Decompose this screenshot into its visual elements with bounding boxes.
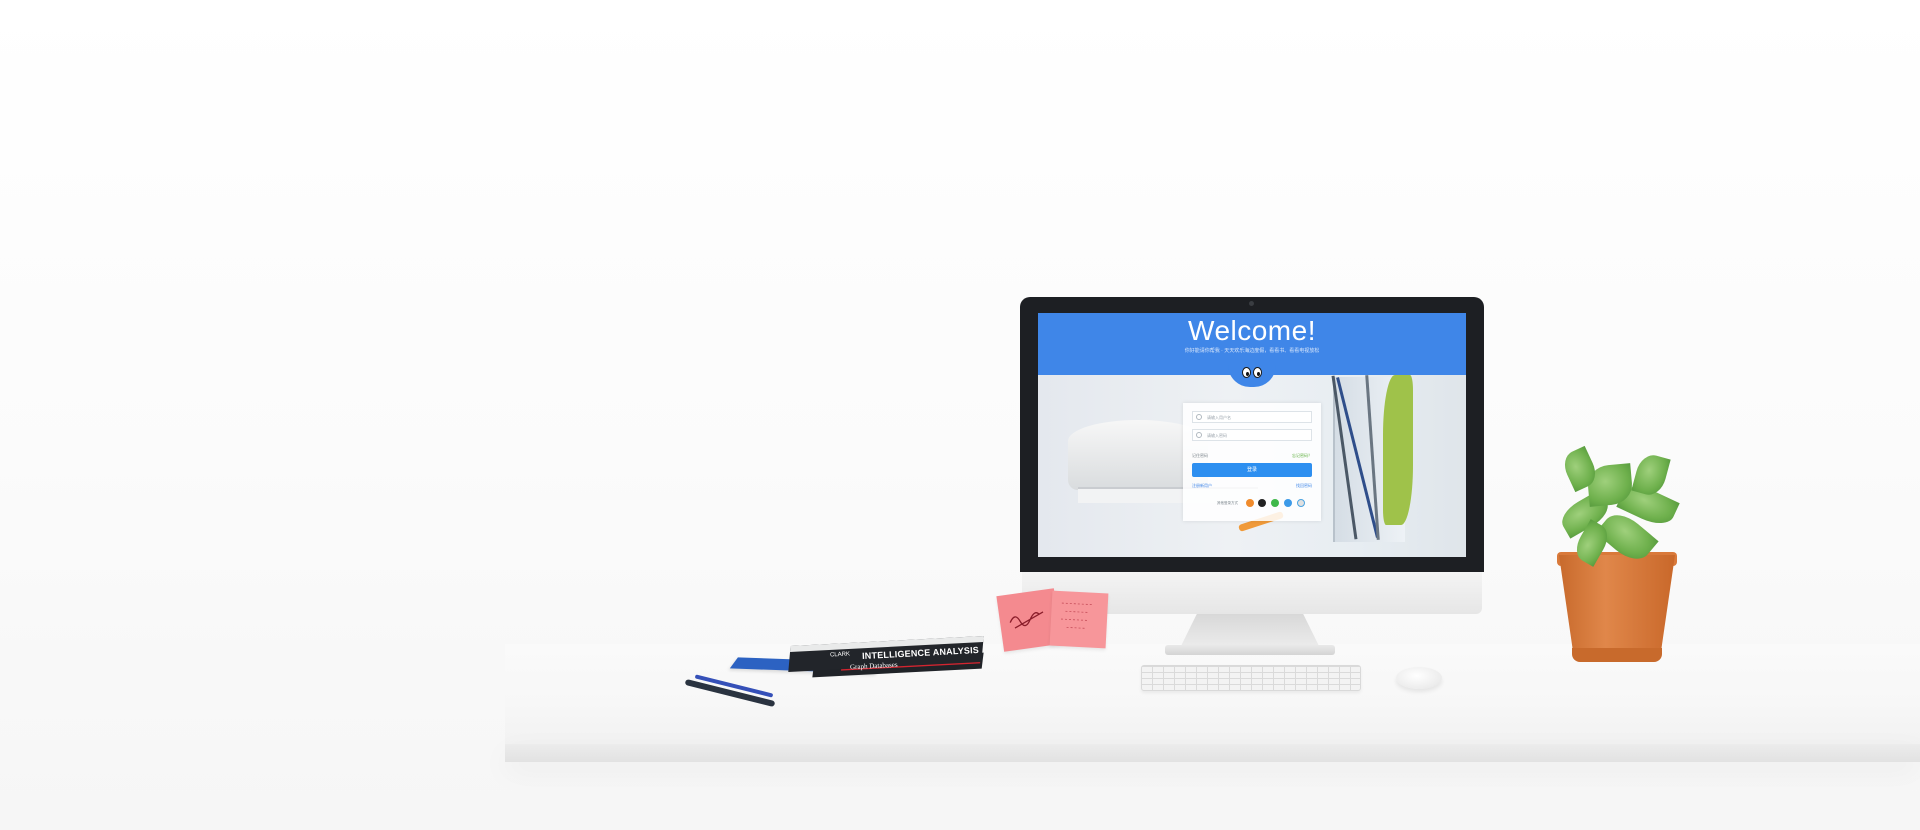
leaf xyxy=(1631,451,1671,499)
recover-password-link[interactable]: 找回密码 xyxy=(1296,483,1312,489)
user-icon xyxy=(1196,414,1202,420)
monitor-stand-base xyxy=(1165,645,1335,655)
welcome-title: Welcome! xyxy=(1188,315,1316,346)
scribble-icon xyxy=(1060,602,1092,629)
register-link[interactable]: 注册新用户 xyxy=(1192,483,1212,489)
webcam-icon xyxy=(1249,301,1254,306)
username-placeholder: 请输入用户名 xyxy=(1207,415,1231,420)
baidu-icon[interactable] xyxy=(1297,499,1305,507)
login-button[interactable]: 登录 xyxy=(1192,463,1312,477)
lock-icon xyxy=(1196,432,1202,438)
monitor-screen: 请输入用户名 请输入密码 记住密码 忘记密码？ 登录 注册新用户 找回密码 其他… xyxy=(1038,313,1466,557)
password-placeholder: 请输入密码 xyxy=(1207,433,1227,438)
other-login-label: 其他登录方式 xyxy=(1217,501,1238,505)
sticky-note xyxy=(1049,590,1109,649)
book-author: CLARK xyxy=(829,651,851,659)
weibo-icon[interactable] xyxy=(1246,499,1254,507)
alipay-icon[interactable] xyxy=(1284,499,1292,507)
login-panel: 请输入用户名 请输入密码 记住密码 忘记密码？ 登录 注册新用户 找回密码 其他… xyxy=(1183,403,1321,521)
qq-icon[interactable] xyxy=(1258,499,1266,507)
eye-icon xyxy=(1253,367,1262,378)
monitor-stand xyxy=(1180,614,1320,648)
eye-icon xyxy=(1242,367,1251,378)
welcome-subtitle: 你好能请你帮我 · 天天欢乐海边度假，看看书、看看电视放松 xyxy=(1184,348,1320,354)
password-input[interactable]: 请输入密码 xyxy=(1192,429,1312,441)
desk-edge xyxy=(505,744,1920,762)
wechat-icon[interactable] xyxy=(1271,499,1279,507)
forgot-password-link[interactable]: 忘记密码？ xyxy=(1292,453,1312,459)
desk-surface xyxy=(505,644,1920,744)
remember-password-checkbox[interactable]: 记住密码 xyxy=(1192,453,1208,459)
username-input[interactable]: 请输入用户名 xyxy=(1192,411,1312,423)
mouse xyxy=(1396,667,1442,689)
pot-saucer xyxy=(1572,648,1662,662)
keyboard xyxy=(1141,665,1361,691)
green-leaf-photo xyxy=(1383,375,1413,525)
screen-background-photo: 请输入用户名 请输入密码 记住密码 忘记密码？ 登录 注册新用户 找回密码 其他… xyxy=(1038,375,1466,557)
flower-pot xyxy=(1559,555,1675,651)
